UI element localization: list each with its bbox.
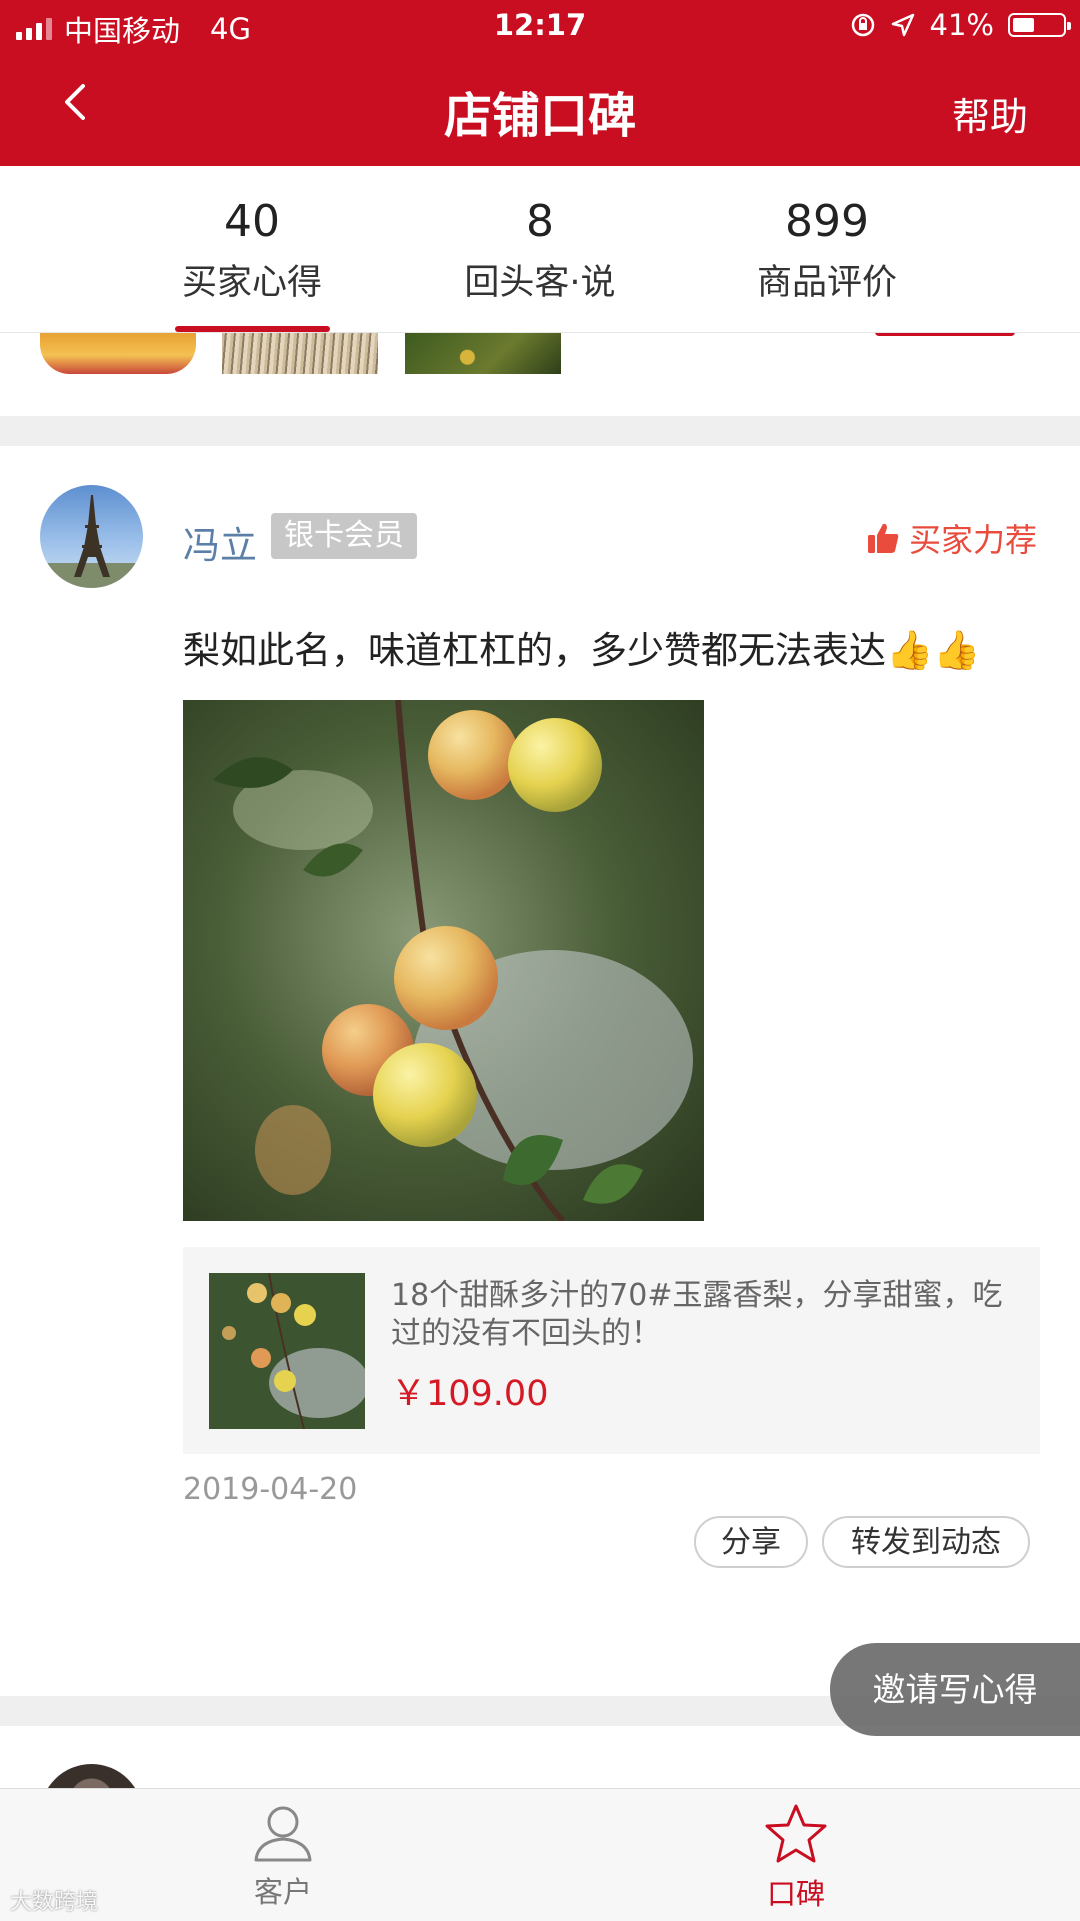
tab-label: 回头客·说	[464, 263, 616, 303]
app-header: 中国移动 4G 12:17 41% 店铺口碑 帮助	[0, 0, 1080, 166]
tab-label: 商品评价	[756, 263, 897, 303]
battery-icon	[1008, 13, 1071, 37]
previous-post-image[interactable]	[40, 332, 196, 374]
avatar[interactable]	[40, 485, 143, 588]
tab-repeat-customers[interactable]: 8 回头客·说	[420, 196, 660, 305]
tab-label: 口碑	[766, 1877, 825, 1911]
location-icon	[891, 13, 914, 37]
product-title: 18个甜酥多汁的70#玉露香梨，分享甜蜜，吃过的没有不回头的！	[391, 1278, 1003, 1351]
tab-count: 899	[785, 196, 869, 247]
eiffel-tower-image	[40, 495, 143, 588]
help-button[interactable]: 帮助	[952, 86, 1028, 141]
person-icon	[254, 1806, 312, 1862]
page-title: 店铺口碑	[443, 88, 636, 144]
bottom-tab-bar: 客户 口碑	[0, 1788, 1080, 1921]
previous-post-image[interactable]	[405, 332, 561, 374]
invite-review-button[interactable]: 邀请写心得	[830, 1643, 1080, 1736]
previous-post-images	[0, 332, 1080, 414]
pears-photo	[183, 700, 704, 1221]
thumbs-up-icon	[867, 523, 899, 553]
post-date: 2019-04-20	[183, 1472, 358, 1507]
post-body: 梨如此名，味道杠杠的，多少赞都无法表达	[183, 629, 886, 672]
post-photo[interactable]	[183, 700, 704, 1221]
tab-product-reviews[interactable]: 899 商品评价	[707, 196, 947, 305]
star-icon	[765, 1804, 827, 1863]
section-divider	[0, 416, 1080, 446]
forward-to-feed-button[interactable]: 转发到动态	[822, 1516, 1030, 1568]
tab-reputation[interactable]: 口碑	[716, 1803, 876, 1913]
active-tab-indicator	[175, 326, 330, 332]
tab-count: 8	[526, 196, 554, 247]
tab-label: 客户	[253, 1875, 312, 1909]
thumbs-up-emoji: 👍👍	[886, 628, 981, 672]
recommend-label: 买家力荐	[908, 521, 1037, 559]
previous-post-image[interactable]	[222, 332, 378, 374]
tab-client[interactable]: 客户	[203, 1803, 363, 1911]
share-button[interactable]: 分享	[694, 1516, 808, 1568]
tab-count: 40	[224, 196, 280, 247]
orientation-lock-icon	[851, 13, 874, 37]
status-bar: 中国移动 4G 12:17 41%	[0, 0, 1080, 52]
product-card[interactable]: 18个甜酥多汁的70#玉露香梨，分享甜蜜，吃过的没有不回头的！ ￥109.00	[183, 1247, 1040, 1454]
product-thumbnail	[209, 1273, 365, 1429]
watermark: 大数跨境	[10, 1890, 99, 1915]
post-text: 梨如此名，味道杠杠的，多少赞都无法表达👍👍	[183, 620, 981, 674]
tab-label: 买家心得	[181, 263, 322, 303]
product-price: ￥109.00	[391, 1374, 549, 1414]
author-name[interactable]: 冯立	[183, 515, 257, 569]
tab-buyer-experience[interactable]: 40 买家心得	[132, 196, 372, 305]
battery-percent: 41%	[929, 8, 994, 42]
product-image	[209, 1273, 365, 1429]
member-badge: 银卡会员	[271, 513, 417, 559]
stats-tabs: 40 买家心得 8 回头客·说 899 商品评价	[0, 166, 1080, 333]
buyer-recommend: 买家力荐	[865, 515, 1037, 561]
